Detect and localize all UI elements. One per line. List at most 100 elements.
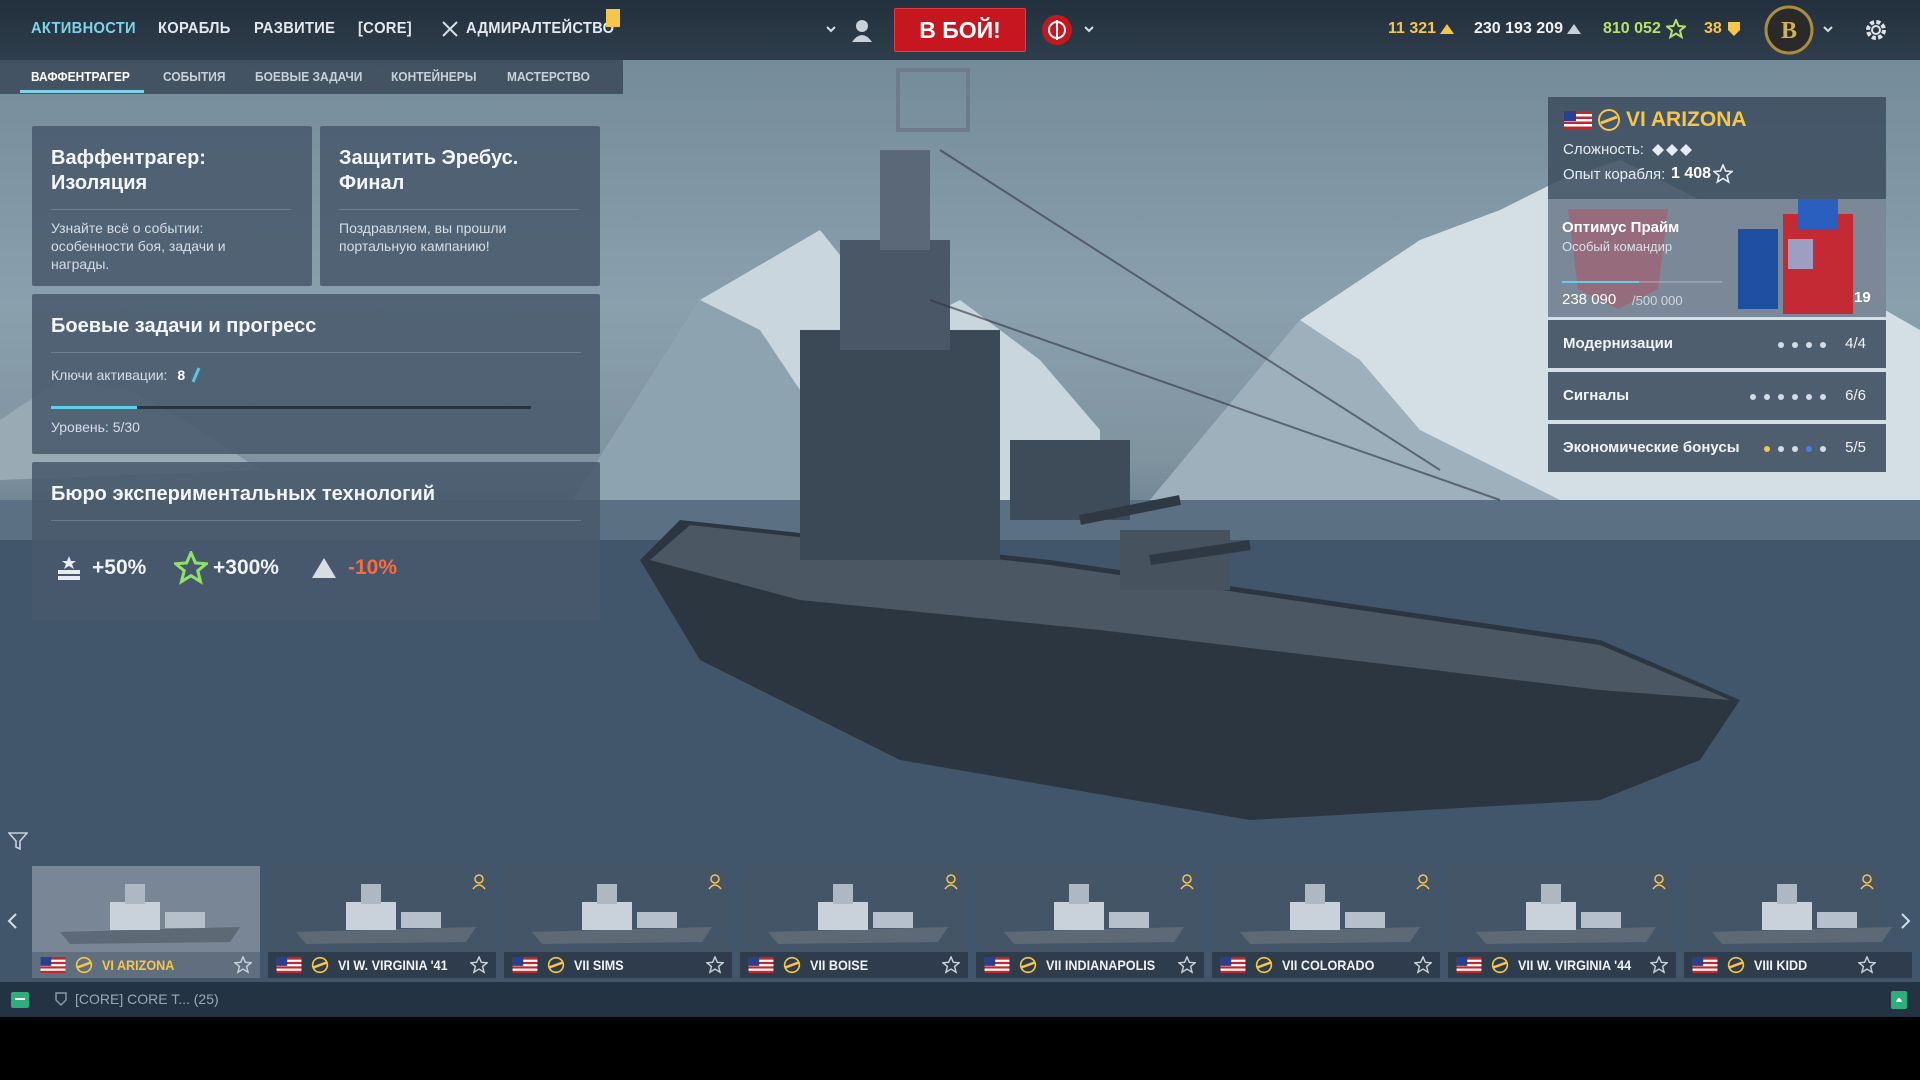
ship-card[interactable]: VII SIMS [504, 866, 732, 978]
ship-card[interactable]: VII BOISE [740, 866, 968, 978]
commander-level: 19 [1854, 289, 1871, 306]
favorite-star-icon[interactable] [1858, 956, 1876, 974]
nav-activities[interactable]: АКТИВНОСТИ [31, 20, 136, 38]
usa-flag-icon [984, 957, 1010, 973]
favorite-star-icon[interactable] [1178, 956, 1196, 974]
ship-thumbnail [1240, 884, 1420, 944]
sub-tabs-bar: ВАФФЕНТРАГЕР СОБЫТИЯ БОЕВЫЕ ЗАДАЧИ КОНТЕ… [0, 60, 623, 94]
mode-chevron-down-icon[interactable] [1083, 22, 1095, 40]
modernizations-label: Модернизации [1563, 335, 1674, 352]
notifications-bell-icon[interactable] [1890, 990, 1908, 1015]
ship-name: VIII KIDD [1754, 957, 1808, 973]
favorite-star-icon[interactable] [942, 956, 960, 974]
free-xp-value: 810 052 [1603, 20, 1661, 37]
battle-button[interactable]: В БОЙ! [894, 8, 1026, 52]
favorite-star-icon[interactable] [706, 956, 724, 974]
ship-name: VII COLORADO [1282, 957, 1375, 973]
ship-name: VII INDIANAPOLIS [1046, 957, 1156, 973]
usa-flag-icon [1692, 957, 1718, 973]
modernizations-row[interactable]: Модернизации 4/4 [1548, 320, 1886, 368]
nav-ship[interactable]: КОРАБЛЬ [158, 20, 231, 38]
chevron-down-icon[interactable] [825, 22, 837, 40]
ship-thumbnail [1476, 884, 1656, 944]
usa-flag-icon [748, 957, 774, 973]
bureau-title: Бюро экспериментальных технологий [51, 483, 435, 505]
erebus-card-title: Защитить Эребус. Финал [339, 147, 519, 194]
notification-flag-icon [606, 9, 620, 32]
clan-emblem-icon[interactable]: В [1764, 5, 1814, 60]
ship-name: VI W. VIRGINIA '41 [338, 957, 448, 973]
economic-bonuses-value: 5/5 [1845, 439, 1866, 456]
tab-waffentrager[interactable]: ВАФФЕНТРАГЕР [31, 69, 130, 84]
commander-icon [1652, 874, 1666, 890]
ship-thumbnail [296, 884, 476, 944]
level-label: Уровень: 5/30 [51, 419, 140, 435]
economic-bonuses-label: Экономические бонусы [1563, 439, 1740, 456]
doubloon-icon [1438, 20, 1456, 43]
settings-gear-icon[interactable] [1863, 17, 1889, 48]
tab-events[interactable]: СОБЫТИЯ [163, 69, 225, 84]
usa-flag-icon [1564, 111, 1592, 134]
tab-mastery[interactable]: МАСТЕРСТВО [507, 69, 590, 84]
economic-bonuses-row[interactable]: Экономические бонусы 5/5 [1548, 424, 1886, 472]
ship-thumbnail [532, 884, 712, 944]
signals-value: 6/6 [1845, 387, 1866, 404]
ship-card[interactable]: VIII KIDD [1684, 866, 1912, 978]
erebus-card-text: Поздравляем, вы прошли портальную кампан… [339, 220, 507, 254]
favorite-star-icon[interactable] [1414, 956, 1432, 974]
ship-xp-icon [56, 554, 82, 587]
ship-class-icon [1019, 956, 1037, 974]
battle-mode-icon[interactable] [1040, 14, 1074, 51]
signals-row[interactable]: Сигналы 6/6 [1548, 372, 1886, 420]
tab-containers[interactable]: КОНТЕЙНЕРЫ [391, 69, 476, 84]
ship-xp-label: Опыт корабля: [1563, 166, 1666, 183]
favorite-star-icon[interactable] [470, 956, 488, 974]
chat-icon[interactable] [10, 991, 30, 1014]
division-icon[interactable] [848, 16, 876, 49]
ship-name: VII BOISE [810, 957, 869, 973]
credits-icon [310, 556, 338, 585]
usa-flag-icon [276, 957, 302, 973]
profile-chevron-down-icon[interactable] [1822, 22, 1834, 40]
erebus-card[interactable]: Защитить Эребус. Финал Поздравляем, вы п… [320, 126, 600, 286]
ship-card[interactable]: VI W. VIRGINIA '41 [268, 866, 496, 978]
coal-icon [1726, 20, 1742, 43]
nav-development[interactable]: РАЗВИТИЕ [254, 20, 335, 38]
favorite-star-icon[interactable] [1650, 956, 1668, 974]
ship-class-icon [311, 956, 329, 974]
signals-label: Сигналы [1563, 387, 1630, 404]
credits-icon [1565, 20, 1583, 43]
nav-admiralty[interactable]: АДМИРАЛТЕЙСТВО [466, 20, 614, 38]
modernizations-dots [1778, 342, 1826, 348]
commander-card[interactable]: Оптимус Прайм Особый командир 238 090 /5… [1548, 199, 1886, 317]
bureau-card[interactable]: Бюро экспериментальных технологий +50% +… [32, 462, 600, 620]
bureau-credits-penalty: -10% [348, 556, 398, 579]
difficulty-diamonds-icon [1652, 143, 1694, 161]
carousel-left-arrow-icon[interactable] [6, 912, 20, 935]
free-xp-star-icon [171, 548, 211, 590]
clan-shield-icon [55, 992, 67, 1011]
free-xp-star-icon [1664, 17, 1688, 44]
commander-name: Оптимус Прайм [1562, 219, 1680, 236]
nav-clan[interactable]: [CORE] [358, 20, 412, 38]
commander-xp-max: /500 000 [1632, 293, 1683, 308]
ship-class-icon [1255, 956, 1273, 974]
usa-flag-icon [1456, 957, 1482, 973]
ship-card[interactable]: VII INDIANAPOLIS [976, 866, 1204, 978]
tab-combat-missions[interactable]: БОЕВЫЕ ЗАДАЧИ [255, 69, 362, 84]
ship-class-icon [75, 956, 93, 974]
event-card[interactable]: Ваффентрагер: Изоляция Узнайте всё о соб… [32, 126, 312, 286]
ship-card[interactable]: VII W. VIRGINIA '44 [1448, 866, 1676, 978]
filter-icon[interactable] [7, 832, 29, 855]
ship-card[interactable]: VI ARIZONA [32, 866, 260, 978]
clan-chat-channel[interactable]: [CORE] CORE T... (25) [75, 991, 219, 1007]
favorite-star-icon[interactable] [234, 956, 252, 974]
ship-card[interactable]: VII COLORADO [1212, 866, 1440, 978]
key-icon [189, 367, 203, 383]
commander-icon [1860, 874, 1874, 890]
divider [51, 352, 581, 353]
combat-tasks-card[interactable]: Боевые задачи и прогресс Ключи активации… [32, 294, 600, 454]
ship-name: VI ARIZONA [102, 957, 175, 973]
credits-value: 230 193 209 [1474, 20, 1563, 37]
ship-class-icon [547, 956, 565, 974]
